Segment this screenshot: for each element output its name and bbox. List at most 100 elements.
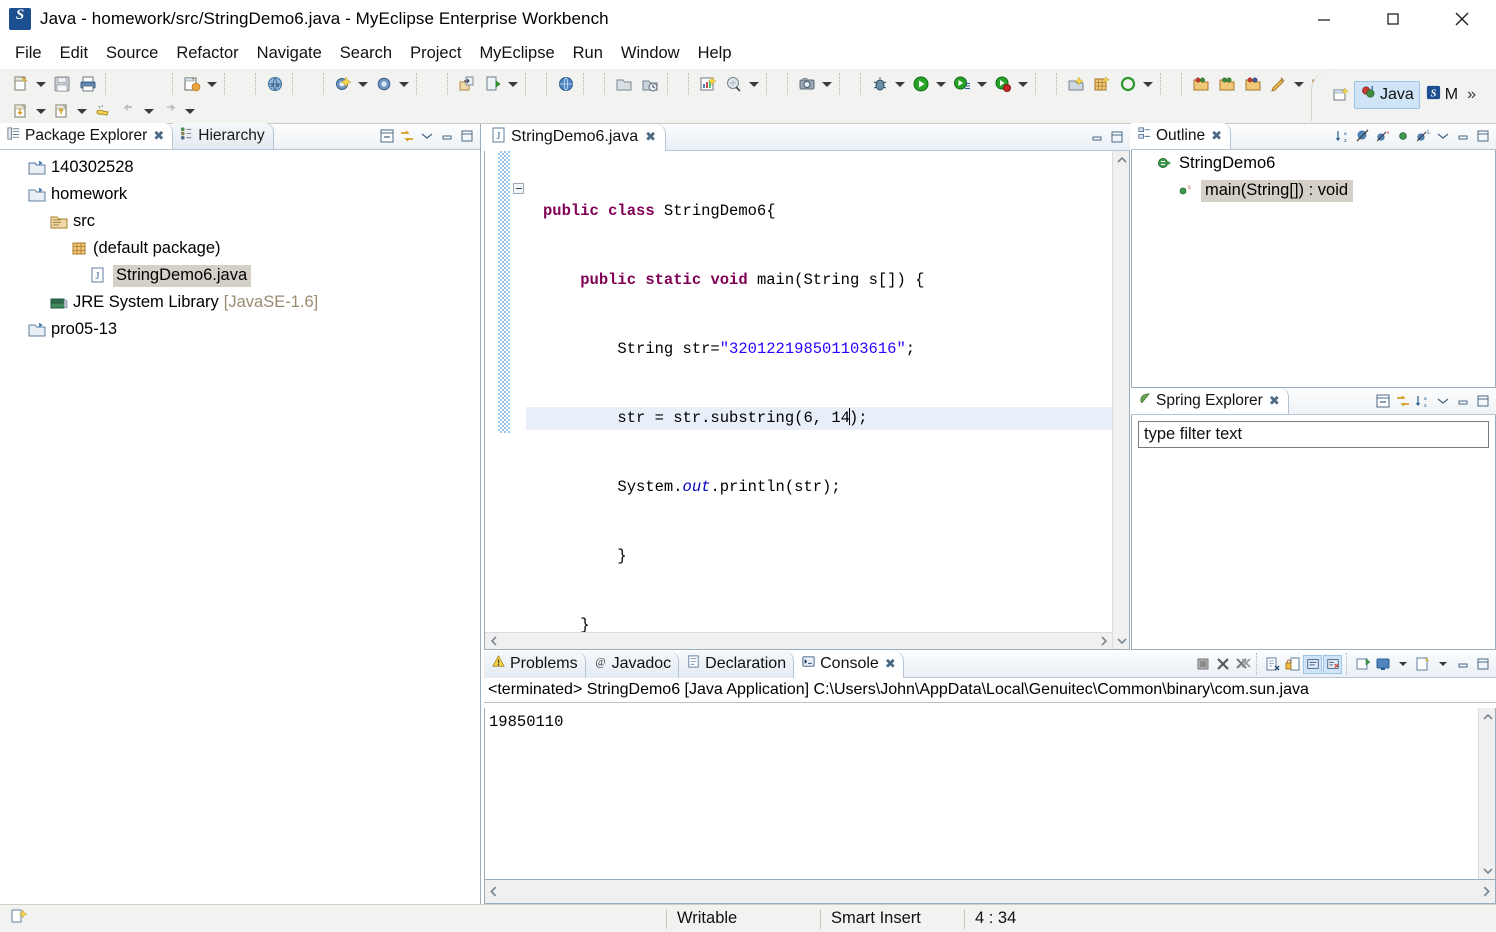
scroll-right-icon[interactable]	[1095, 633, 1112, 650]
editor-marker-column[interactable]	[485, 151, 498, 649]
hide-fields-icon[interactable]	[1353, 127, 1372, 146]
run-config-icon[interactable]	[951, 73, 973, 95]
perspective-java[interactable]: Java	[1354, 81, 1420, 109]
tree-item-default-package[interactable]: (default package)	[6, 235, 480, 262]
clear-console-icon[interactable]	[1263, 655, 1282, 674]
tab-outline[interactable]: Outline ✖	[1131, 123, 1232, 149]
coverage-dropdown-icon[interactable]	[1016, 73, 1030, 95]
new-package-icon[interactable]	[373, 73, 395, 95]
db-browser-icon[interactable]	[639, 73, 661, 95]
open-task-icon[interactable]	[1190, 73, 1212, 95]
menu-source[interactable]: Source	[97, 41, 167, 66]
close-icon[interactable]: ✖	[645, 130, 656, 145]
outline-item-main-method[interactable]: s main(String[]) : void	[1132, 177, 1495, 204]
open-type-icon[interactable]: 2.0	[264, 73, 286, 95]
import-dropdown-icon[interactable]	[34, 100, 48, 122]
forward-icon[interactable]	[159, 100, 181, 122]
remove-launch-icon[interactable]	[1213, 655, 1232, 674]
view-menu-icon[interactable]	[1433, 127, 1452, 146]
minimize-icon[interactable]	[1087, 128, 1106, 147]
tree-item-src[interactable]: src	[6, 208, 480, 235]
run-dropdown-icon[interactable]	[934, 73, 948, 95]
export2-dropdown-icon[interactable]	[75, 100, 89, 122]
preview-dropdown-icon[interactable]	[747, 73, 761, 95]
terminate-icon[interactable]	[1193, 655, 1212, 674]
maximize-icon[interactable]	[457, 127, 476, 146]
new-class-dropdown-icon[interactable]	[356, 73, 370, 95]
menu-help[interactable]: Help	[689, 41, 741, 66]
tab-declaration[interactable]: Declaration	[679, 650, 795, 678]
menu-window[interactable]: Window	[612, 41, 689, 66]
tab-console[interactable]: Console ✖	[794, 650, 904, 678]
run-icon[interactable]	[910, 73, 932, 95]
display-selected-console-icon[interactable]	[1373, 655, 1392, 674]
menu-run[interactable]: Run	[564, 41, 612, 66]
debug-dropdown-icon[interactable]	[893, 73, 907, 95]
maximize-icon[interactable]	[1473, 655, 1492, 674]
close-icon[interactable]: ✖	[1211, 129, 1222, 144]
tree-item-project-140302528[interactable]: 140302528	[6, 154, 480, 181]
open-task3-icon[interactable]	[1242, 73, 1264, 95]
display-selected-console-dropdown-icon[interactable]	[1393, 655, 1412, 674]
collapse-all-icon[interactable]	[1373, 392, 1392, 411]
new-server-icon[interactable]	[1065, 73, 1087, 95]
console-horizontal-scrollbar[interactable]	[484, 880, 1496, 904]
link-with-editor-icon[interactable]	[1393, 392, 1412, 411]
menu-refactor[interactable]: Refactor	[167, 41, 247, 66]
link-with-editor-icon[interactable]	[397, 127, 416, 146]
tab-spring-explorer[interactable]: Spring Explorer ✖	[1131, 388, 1289, 414]
outline-item-class[interactable]: StringDemo6	[1132, 150, 1495, 177]
hide-static-icon[interactable]: s	[1373, 127, 1392, 146]
close-icon[interactable]	[1427, 0, 1496, 37]
editor-vertical-scrollbar[interactable]	[1112, 151, 1129, 649]
hide-nonpublic-icon[interactable]	[1393, 127, 1412, 146]
new-wizard-icon[interactable]	[10, 73, 32, 95]
search-ref-dropdown-icon[interactable]	[1292, 73, 1306, 95]
open-task2-icon[interactable]	[1216, 73, 1238, 95]
word-wrap-icon[interactable]	[1303, 654, 1322, 674]
coverage-icon[interactable]	[992, 73, 1014, 95]
perspective-myeclipse[interactable]: S M	[1420, 82, 1463, 108]
menu-edit[interactable]: Edit	[51, 41, 97, 66]
back-dropdown-icon[interactable]	[142, 100, 156, 122]
fold-collapse-icon[interactable]	[513, 183, 524, 194]
new-java-project-dropdown-icon[interactable]	[205, 73, 219, 95]
maximize-icon[interactable]	[1473, 392, 1492, 411]
debug-icon[interactable]	[869, 73, 891, 95]
sort-icon[interactable]: az	[1333, 127, 1352, 146]
console-vertical-scrollbar[interactable]	[1478, 708, 1495, 879]
run-external-dropdown-icon[interactable]	[506, 73, 520, 95]
preview-icon[interactable]	[723, 73, 745, 95]
new-java-project-icon[interactable]	[181, 73, 203, 95]
editor-folding-column[interactable]	[510, 151, 526, 649]
minimize-icon[interactable]	[437, 127, 456, 146]
maximize-icon[interactable]	[1358, 0, 1427, 37]
search-ref-icon[interactable]	[1268, 73, 1290, 95]
scroll-down-icon[interactable]	[1479, 862, 1496, 879]
run-config-dropdown-icon[interactable]	[975, 73, 989, 95]
deploy-icon[interactable]	[613, 73, 635, 95]
collapse-all-icon[interactable]	[377, 127, 396, 146]
save-icon[interactable]	[51, 73, 73, 95]
scroll-left-icon[interactable]	[485, 883, 502, 900]
minimize-icon[interactable]	[1453, 392, 1472, 411]
scroll-up-icon[interactable]	[1479, 708, 1496, 725]
open-console-dropdown-icon[interactable]	[1433, 655, 1452, 674]
print-icon[interactable]	[77, 73, 99, 95]
open-console-icon[interactable]	[1413, 655, 1432, 674]
menu-navigate[interactable]: Navigate	[248, 41, 331, 66]
menu-search[interactable]: Search	[331, 41, 401, 66]
perspective-overflow-icon[interactable]: »	[1467, 86, 1476, 104]
scroll-lock-icon[interactable]	[1283, 655, 1302, 674]
minimize-icon[interactable]	[1453, 127, 1472, 146]
back-icon[interactable]	[118, 100, 140, 122]
tab-stringdemo6-java[interactable]: J StringDemo6.java ✖	[484, 123, 667, 151]
view-menu-icon[interactable]	[417, 127, 436, 146]
tree-item-project-homework[interactable]: homework	[6, 181, 480, 208]
tab-javadoc[interactable]: @ Javadoc	[585, 650, 680, 678]
new-wizard-dropdown-icon[interactable]	[34, 73, 48, 95]
console-output-area[interactable]: 19850110	[484, 708, 1496, 880]
add-module-icon[interactable]	[1091, 73, 1113, 95]
forward-dropdown-icon[interactable]	[183, 100, 197, 122]
menu-file[interactable]: File	[6, 41, 51, 66]
